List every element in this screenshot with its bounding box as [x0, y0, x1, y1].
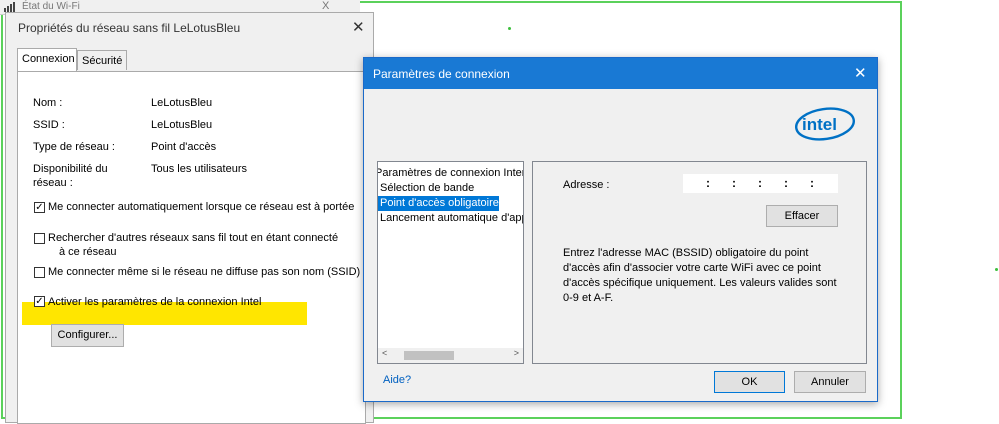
background-close-button[interactable]: X: [322, 0, 329, 12]
ssid-label: SSID :: [33, 119, 65, 131]
green-dot-marker: [508, 27, 511, 30]
dispo-label: Disponibilité du: [33, 163, 108, 175]
ok-button[interactable]: OK: [714, 371, 785, 393]
mac-address-field[interactable]: : : : : :: [683, 174, 838, 193]
mandatory-ap-panel: Adresse : : : : : : Effacer Entrez l'adr…: [532, 161, 867, 364]
tab-securite[interactable]: Sécurité: [77, 50, 127, 70]
description-text: Entrez l'adresse MAC (BSSID) obligatoire…: [563, 247, 837, 304]
hidden-ssid-label: Me connecter même si le réseau ne diffus…: [48, 266, 361, 278]
horizontal-scrollbar[interactable]: < >: [378, 348, 523, 363]
nom-label: Nom :: [33, 97, 63, 109]
dialog-title: Paramètres de connexion: [373, 67, 510, 81]
intel-logo-text: intel: [802, 115, 837, 134]
tab-connexion[interactable]: Connexion: [17, 48, 77, 71]
background-window-title: État du Wi-Fi: [22, 1, 80, 12]
cancel-button[interactable]: Annuler: [794, 371, 866, 393]
address-label: Adresse :: [563, 179, 610, 191]
dispo-label-line2: réseau :: [33, 177, 73, 189]
connection-settings-dialog: Paramètres de connexion ✕ intel Paramètr…: [363, 57, 878, 402]
list-item[interactable]: Lancement automatique d'application: [378, 211, 523, 226]
window-title: Propriétés du réseau sans fil LeLotusBle…: [18, 21, 241, 35]
dialog-close-button[interactable]: ✕: [854, 64, 867, 82]
help-link[interactable]: Aide?: [383, 374, 411, 386]
wireless-properties-window: Propriétés du réseau sans fil LeLotusBle…: [5, 12, 374, 424]
scroll-left-icon[interactable]: <: [382, 348, 387, 358]
green-dot-marker: [995, 268, 998, 271]
intel-settings-label: Activer les paramètres de la connexion I…: [48, 296, 262, 308]
dialog-titlebar: Paramètres de connexion ✕: [364, 58, 877, 89]
search-other-networks-label-line2: à ce réseau: [59, 246, 117, 258]
nom-value: LeLotusBleu: [151, 97, 213, 109]
close-button[interactable]: ✕: [352, 18, 365, 36]
type-value: Point d'accès: [151, 141, 217, 153]
list-item-selected[interactable]: Point d'accès obligatoire: [378, 196, 499, 211]
intel-logo-icon: intel: [795, 107, 855, 141]
auto-connect-checkbox[interactable]: ✓: [34, 202, 45, 213]
list-item[interactable]: Sélection de bande: [378, 181, 474, 196]
clear-button[interactable]: Effacer: [766, 205, 838, 227]
dispo-value: Tous les utilisateurs: [151, 163, 247, 175]
scrollbar-thumb[interactable]: [404, 351, 454, 360]
auto-connect-label: Me connecter automatiquement lorsque ce …: [48, 201, 355, 213]
ssid-value: LeLotusBleu: [151, 119, 213, 131]
search-other-networks-checkbox[interactable]: [34, 233, 45, 244]
hidden-ssid-checkbox[interactable]: [34, 267, 45, 278]
scroll-right-icon[interactable]: >: [514, 348, 519, 358]
configure-button[interactable]: Configurer...: [51, 324, 124, 347]
settings-list[interactable]: Paramètres de connexion Internet Sélecti…: [377, 161, 524, 364]
type-label: Type de réseau :: [33, 141, 115, 153]
list-item[interactable]: Paramètres de connexion Internet: [378, 166, 523, 181]
intel-settings-checkbox[interactable]: ✓: [34, 296, 45, 307]
wifi-signal-icon: [4, 2, 18, 12]
search-other-networks-label: Rechercher d'autres réseaux sans fil tou…: [48, 232, 339, 244]
